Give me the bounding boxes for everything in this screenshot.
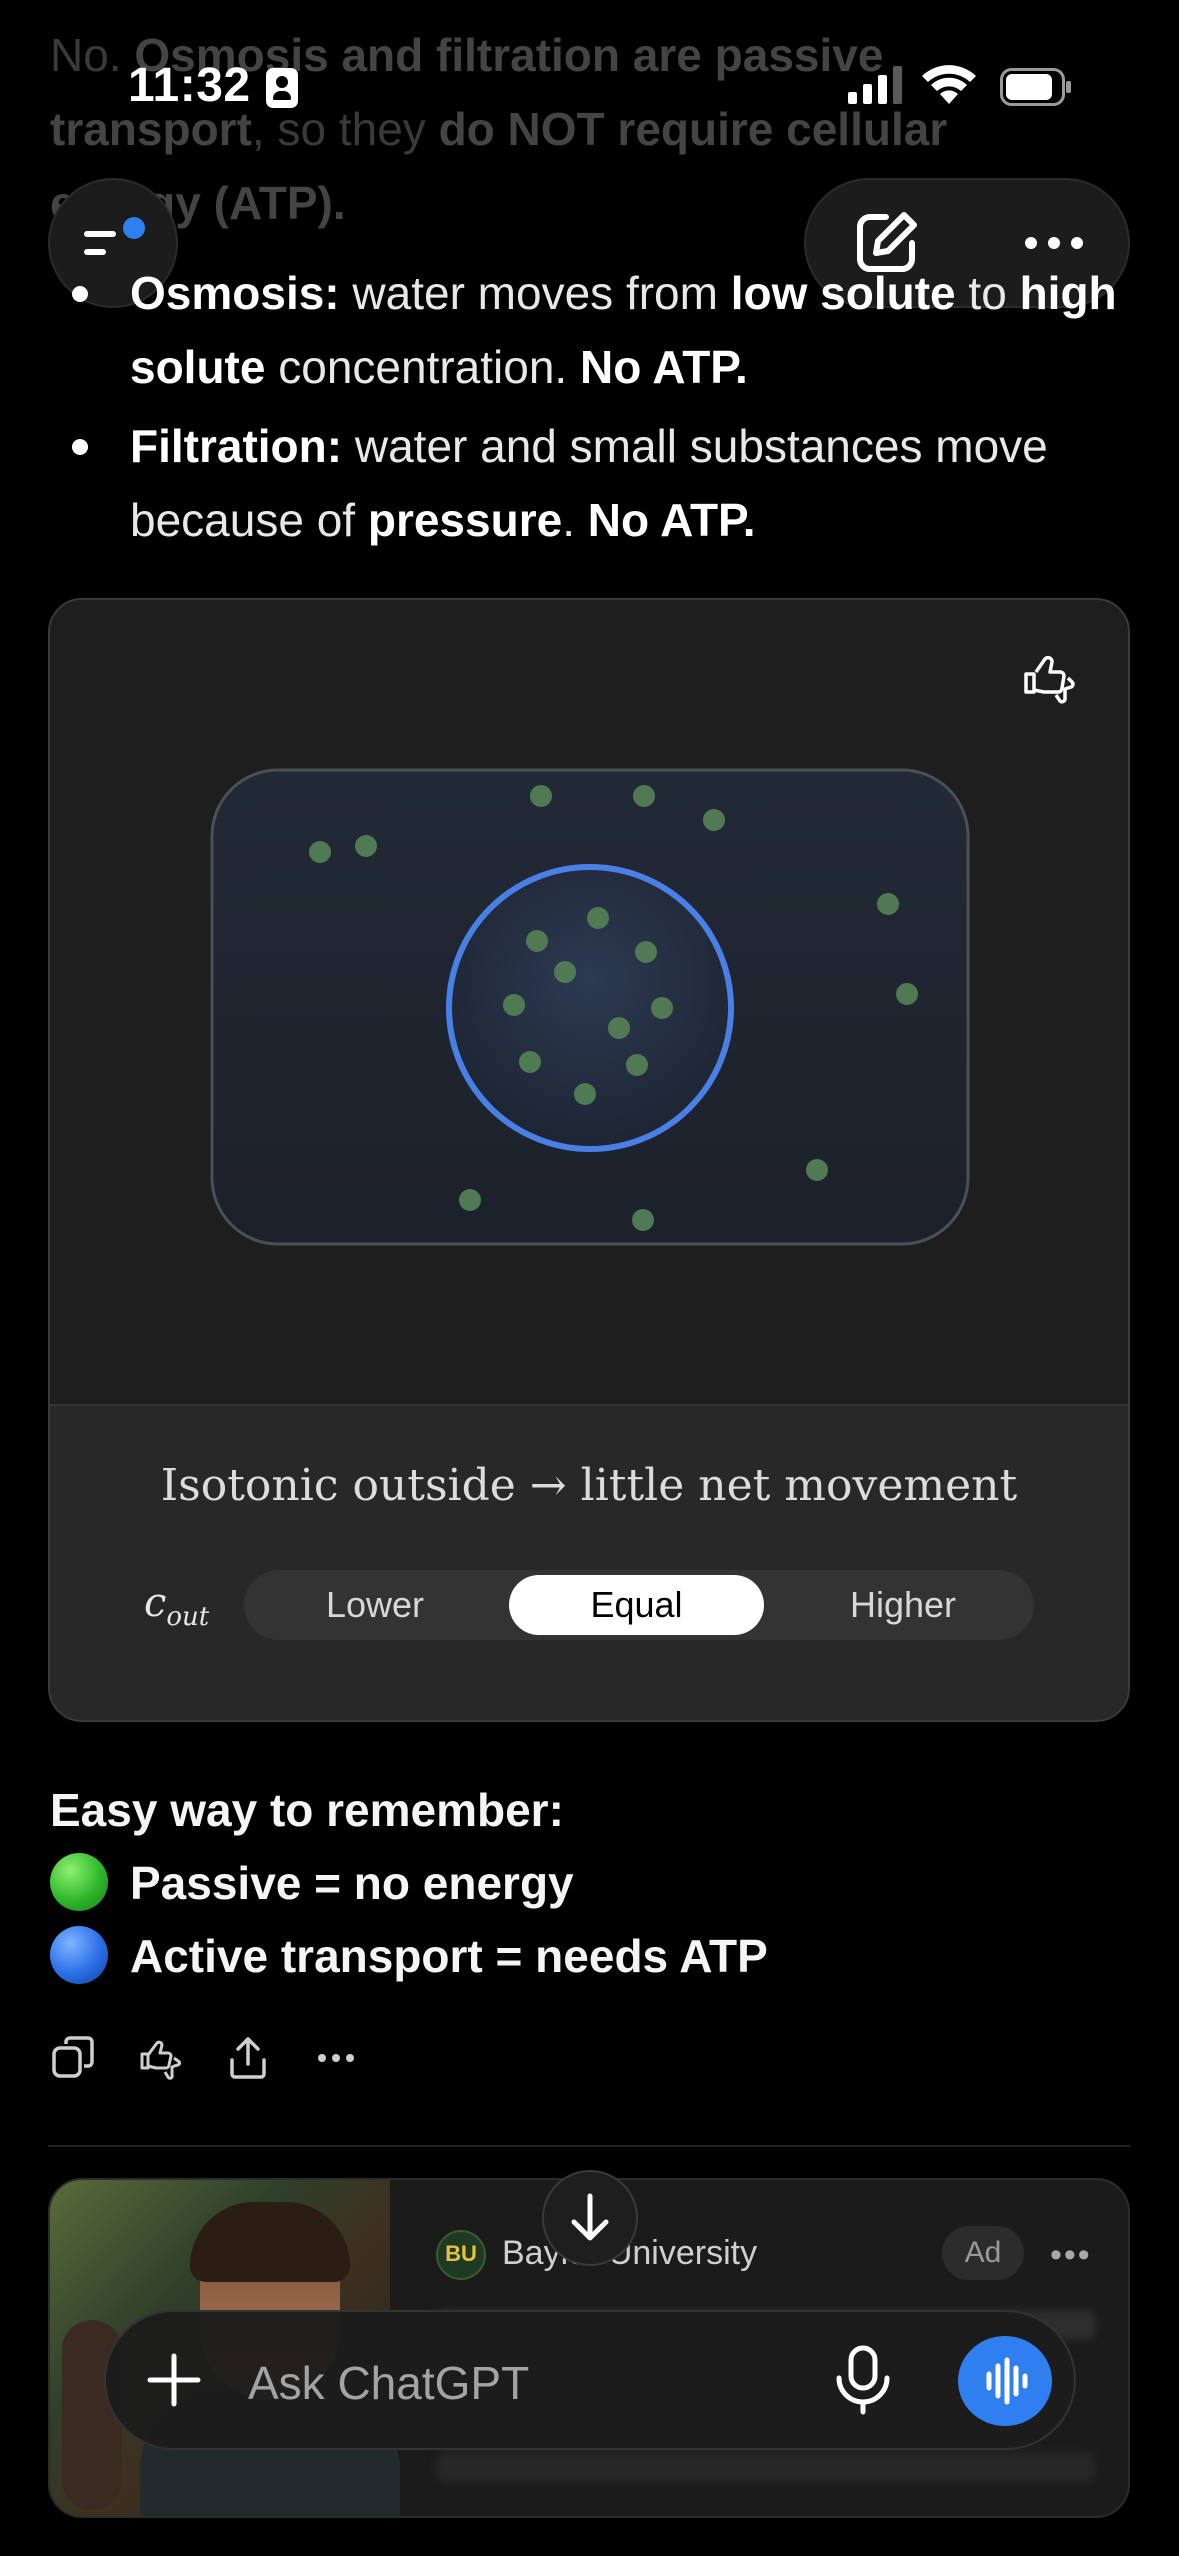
particle (651, 997, 673, 1019)
blue-circle-icon (50, 1926, 108, 1984)
thumbs-up-down-icon[interactable] (136, 2034, 184, 2082)
more-icon[interactable] (312, 2034, 360, 2082)
list-item: Filtration: water and small substances m… (48, 409, 1138, 557)
scroll-down-button[interactable] (542, 2170, 638, 2266)
chat-composer: Ask ChatGPT (104, 2310, 1076, 2450)
particle (633, 785, 655, 807)
voice-waveform-icon (986, 2357, 1028, 2405)
particle (519, 1051, 541, 1073)
wifi-icon (922, 65, 976, 104)
ad-text-blurred (436, 2452, 1096, 2482)
particle (608, 1017, 630, 1039)
green-circle-icon (50, 1853, 108, 1911)
osmosis-widget: Isotonic outside → little net movement c… (48, 598, 1130, 1722)
cellular-signal-icon (848, 66, 902, 104)
particle (587, 907, 609, 929)
widget-caption: Isotonic outside → little net movement (160, 1460, 1018, 1511)
particle (626, 1054, 648, 1076)
option-equal[interactable]: Equal (509, 1575, 764, 1635)
microphone-icon[interactable] (830, 2344, 896, 2416)
particle (632, 1209, 654, 1231)
widget-controls-panel (50, 1404, 1128, 1720)
particle (459, 1189, 481, 1211)
ad-more-icon[interactable]: ••• (1050, 2236, 1092, 2275)
battery-icon (1000, 68, 1071, 106)
remember-line-passive: Passive = no energy (50, 1847, 1130, 1920)
concentration-label: cout (144, 1580, 210, 1632)
particle (530, 785, 552, 807)
concentration-selector: Lower Equal Higher (244, 1570, 1034, 1640)
particle (355, 835, 377, 857)
bullet-list: Osmosis: water moves from low solute to … (48, 256, 1138, 562)
share-icon[interactable] (224, 2034, 272, 2082)
option-lower[interactable]: Lower (244, 1570, 506, 1640)
osmosis-diagram (210, 768, 970, 1246)
cell (446, 864, 734, 1152)
particle (877, 893, 899, 915)
remember-section: Easy way to remember: Passive = no energ… (50, 1774, 1130, 1993)
particle (503, 994, 525, 1016)
brand-logo: BU (436, 2230, 486, 2280)
list-item: Osmosis: water moves from low solute to … (48, 256, 1138, 404)
particle (554, 961, 576, 983)
particle (896, 983, 918, 1005)
divider (48, 2145, 1130, 2147)
particle (574, 1083, 596, 1105)
particle (526, 930, 548, 952)
particle (635, 941, 657, 963)
remember-line-active: Active transport = needs ATP (50, 1920, 1130, 1993)
particle (703, 809, 725, 831)
status-time: 11:32 (128, 59, 251, 112)
message-input[interactable]: Ask ChatGPT (248, 2356, 529, 2410)
focus-person-icon (266, 68, 298, 108)
message-actions (50, 2034, 410, 2094)
remember-heading: Easy way to remember: (50, 1784, 564, 1836)
particle (806, 1159, 828, 1181)
ad-badge: Ad (942, 2226, 1024, 2280)
plus-icon[interactable] (144, 2350, 204, 2410)
particle (309, 841, 331, 863)
arrow-down-icon (571, 2193, 609, 2241)
voice-mode-button[interactable] (958, 2336, 1052, 2426)
option-higher[interactable]: Higher (772, 1570, 1034, 1640)
copy-icon[interactable] (50, 2034, 98, 2082)
